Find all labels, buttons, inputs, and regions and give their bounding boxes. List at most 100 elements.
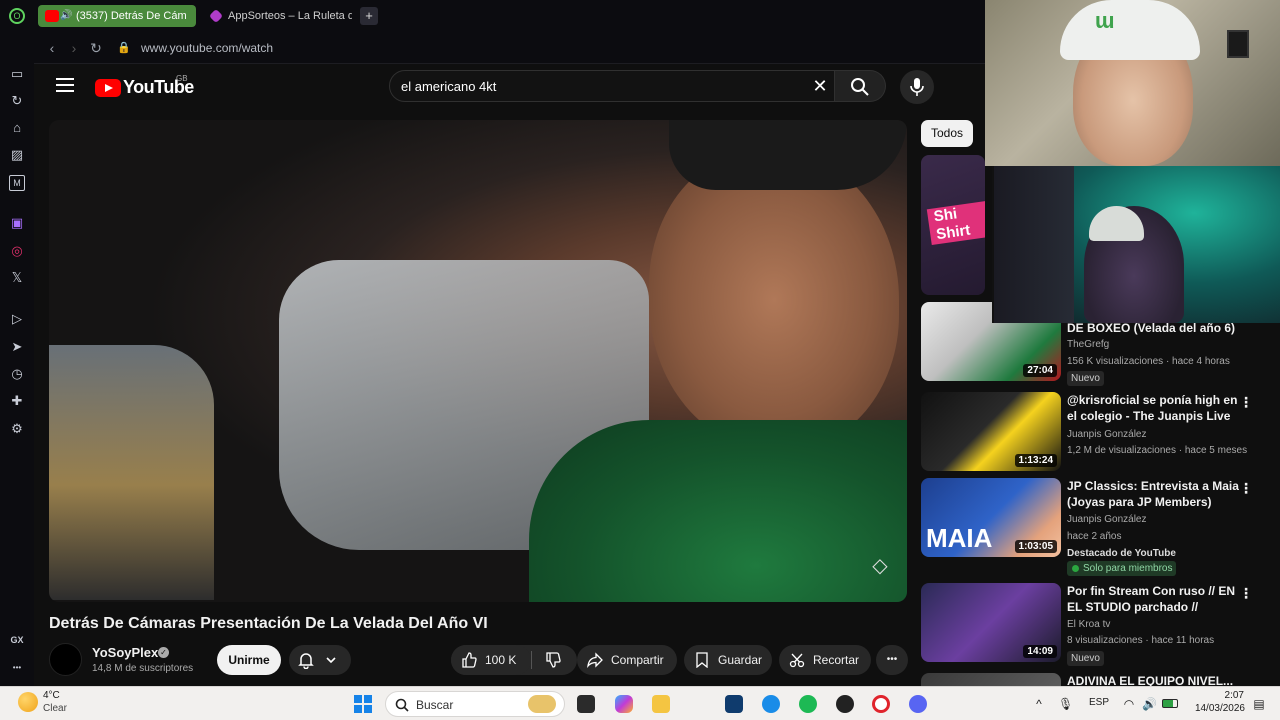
more-options-icon[interactable]: ⋮ [1239, 585, 1253, 601]
spotify-icon[interactable] [799, 695, 817, 713]
channel-name[interactable]: YoSoyPlex [92, 645, 158, 660]
recommendation-thumbnail[interactable] [921, 673, 1061, 686]
tray-microphone-icon[interactable]: 🎙 [1058, 697, 1073, 711]
video-frame-side-window [49, 345, 214, 600]
recommendation-title[interactable]: ADIVINA EL EQUIPO NIVEL... [1067, 673, 1243, 686]
copilot-icon[interactable] [615, 695, 633, 713]
youtube-header: YouTube GB el americano 4kt ✕ [34, 64, 985, 112]
obs-icon[interactable] [836, 695, 854, 713]
recommendation-thumbnail[interactable]: MAIA 1:03:05 [921, 478, 1061, 557]
tray-expand-icon[interactable]: ^ [1032, 697, 1046, 711]
workspace-icon[interactable]: ⌂ [9, 120, 25, 136]
gx-label[interactable]: GX [9, 632, 25, 648]
edge-browser-icon[interactable] [762, 695, 780, 713]
url-field[interactable]: www.youtube.com/watch [141, 41, 273, 55]
recommendation-channel[interactable]: Juanpis González [1067, 429, 1147, 440]
forward-icon[interactable]: › [66, 40, 82, 56]
sponsored-thumbnail[interactable]: Shi Shirt [921, 155, 985, 295]
more-actions-button[interactable]: ••• [876, 645, 908, 675]
search-button[interactable] [835, 70, 886, 102]
discord-icon[interactable] [909, 695, 927, 713]
sidebar-more-icon[interactable]: ••• [9, 660, 25, 676]
history-clock-icon[interactable]: ◷ [9, 366, 25, 382]
reload-icon[interactable]: ↻ [88, 40, 104, 56]
channel-watermark-icon[interactable]: ◇ [867, 553, 893, 579]
recommendation-item[interactable]: 14:09 Por fin Stream Con ruso // EN EL S… [921, 583, 1280, 669]
weather-description[interactable]: Clear [43, 703, 67, 714]
tab-youtube[interactable]: 🔊 (3537) Detrás De Cám [38, 5, 196, 27]
extensions-icon[interactable]: ✚ [9, 393, 25, 409]
stripes-icon[interactable]: ▨ [9, 147, 25, 163]
dislike-button[interactable] [535, 645, 577, 675]
recommendation-title[interactable]: @krisroficial se ponía high en el colegi… [1067, 392, 1243, 424]
volume-icon[interactable]: 🔊 [1142, 697, 1157, 711]
task-view-icon[interactable] [577, 695, 595, 713]
more-options-icon[interactable]: ⋮ [1239, 480, 1253, 496]
weather-temperature[interactable]: 4°C [43, 690, 60, 701]
recommendation-channel[interactable]: Juanpis González [1067, 514, 1147, 525]
country-code: GB [176, 74, 188, 83]
menu-hamburger-icon[interactable] [56, 78, 74, 92]
subscriber-count: 14,8 M de suscriptores [92, 663, 194, 674]
opera-logo-icon[interactable]: O [9, 8, 25, 24]
youtube-logo-icon[interactable] [95, 79, 121, 97]
recommendation-meta: 8 visualizaciones · hace 11 horas [1067, 635, 1215, 646]
x-twitter-icon[interactable]: 𝕏 [9, 270, 25, 286]
share-button[interactable]: Compartir [577, 645, 677, 675]
taskbar-search-input[interactable]: Buscar [385, 691, 565, 717]
recommendation-channel[interactable]: El Kroa tv [1067, 619, 1110, 630]
player-icon[interactable]: ▷ [9, 311, 25, 327]
like-button[interactable]: 100 K [451, 645, 531, 675]
windows-start-icon[interactable] [354, 695, 372, 713]
video-duration: 1:13:24 [1014, 454, 1057, 467]
opera-gx-icon[interactable] [872, 695, 890, 713]
send-icon[interactable]: ➤ [9, 339, 25, 355]
settings-gear-icon[interactable]: ⚙ [9, 421, 25, 437]
address-bar: ‹ › ↻ 🔒 www.youtube.com/watch [34, 32, 985, 64]
join-button[interactable]: Unirme [217, 645, 281, 675]
taskbar-search-label: Buscar [416, 698, 454, 712]
clock-date[interactable]: 14/03/2026 [1193, 703, 1245, 714]
weather-moon-icon[interactable] [18, 692, 38, 712]
share-arrow-icon [587, 652, 603, 668]
recommendation-item[interactable]: 1:13:24 @krisroficial se ponía high en e… [921, 392, 1280, 472]
battery-icon[interactable] [1162, 699, 1178, 708]
wifi-icon[interactable]: ◠ [1122, 697, 1136, 711]
channel-avatar[interactable] [49, 643, 82, 676]
recommendation-item[interactable]: MAIA 1:03:05 JP Classics: Entrevista a M… [921, 478, 1280, 578]
video-frame-jacket [529, 420, 907, 602]
tab-appsorteos[interactable]: AppSorteos – La Ruleta de [202, 5, 352, 27]
recommendation-thumbnail[interactable]: 1:13:24 [921, 392, 1061, 471]
gamepad-icon[interactable]: ▭ [9, 66, 25, 82]
recommendation-item[interactable]: ADIVINA EL EQUIPO NIVEL... [921, 673, 1280, 686]
back-icon[interactable]: ‹ [44, 40, 60, 56]
more-options-icon[interactable]: ⋮ [1239, 394, 1253, 410]
video-player[interactable]: ◇ [49, 120, 907, 602]
refresh-circle-icon[interactable]: ↻ [9, 93, 25, 109]
clock-time[interactable]: 2:07 [1224, 690, 1244, 701]
voice-search-button[interactable] [900, 70, 934, 104]
recommendation-title[interactable]: JP Classics: Entrevista a Maia (Joyas pa… [1067, 478, 1243, 510]
video-duration: 1:03:05 [1014, 540, 1057, 553]
speaker-icon[interactable]: 🔊 [60, 5, 72, 27]
lock-icon[interactable]: 🔒 [116, 40, 132, 56]
thumbs-up-icon [462, 652, 477, 668]
recommendation-title[interactable]: Por fin Stream Con ruso // EN EL STUDIO … [1067, 583, 1243, 615]
m-app-icon[interactable]: M [9, 175, 25, 191]
clear-search-icon[interactable]: ✕ [810, 76, 830, 96]
clip-button[interactable]: Recortar [779, 645, 871, 675]
file-explorer-icon[interactable] [652, 695, 670, 713]
recommendation-thumbnail[interactable]: 14:09 [921, 583, 1061, 662]
input-language[interactable]: ESP [1089, 697, 1109, 708]
store-app-icon[interactable] [725, 695, 743, 713]
webcam-chair [994, 166, 1074, 323]
filter-chip-all[interactable]: Todos [921, 120, 973, 147]
twitch-icon[interactable]: ▣ [9, 215, 25, 231]
search-input[interactable]: el americano 4kt ✕ [389, 70, 835, 102]
recommendation-channel[interactable]: TheGrefg [1067, 339, 1109, 350]
notification-bell-button[interactable] [289, 645, 351, 675]
save-button[interactable]: Guardar [684, 645, 772, 675]
notification-center-icon[interactable]: ▤ [1252, 697, 1266, 711]
new-tab-button[interactable]: + [360, 7, 378, 25]
instagram-icon[interactable]: ◎ [9, 243, 25, 259]
